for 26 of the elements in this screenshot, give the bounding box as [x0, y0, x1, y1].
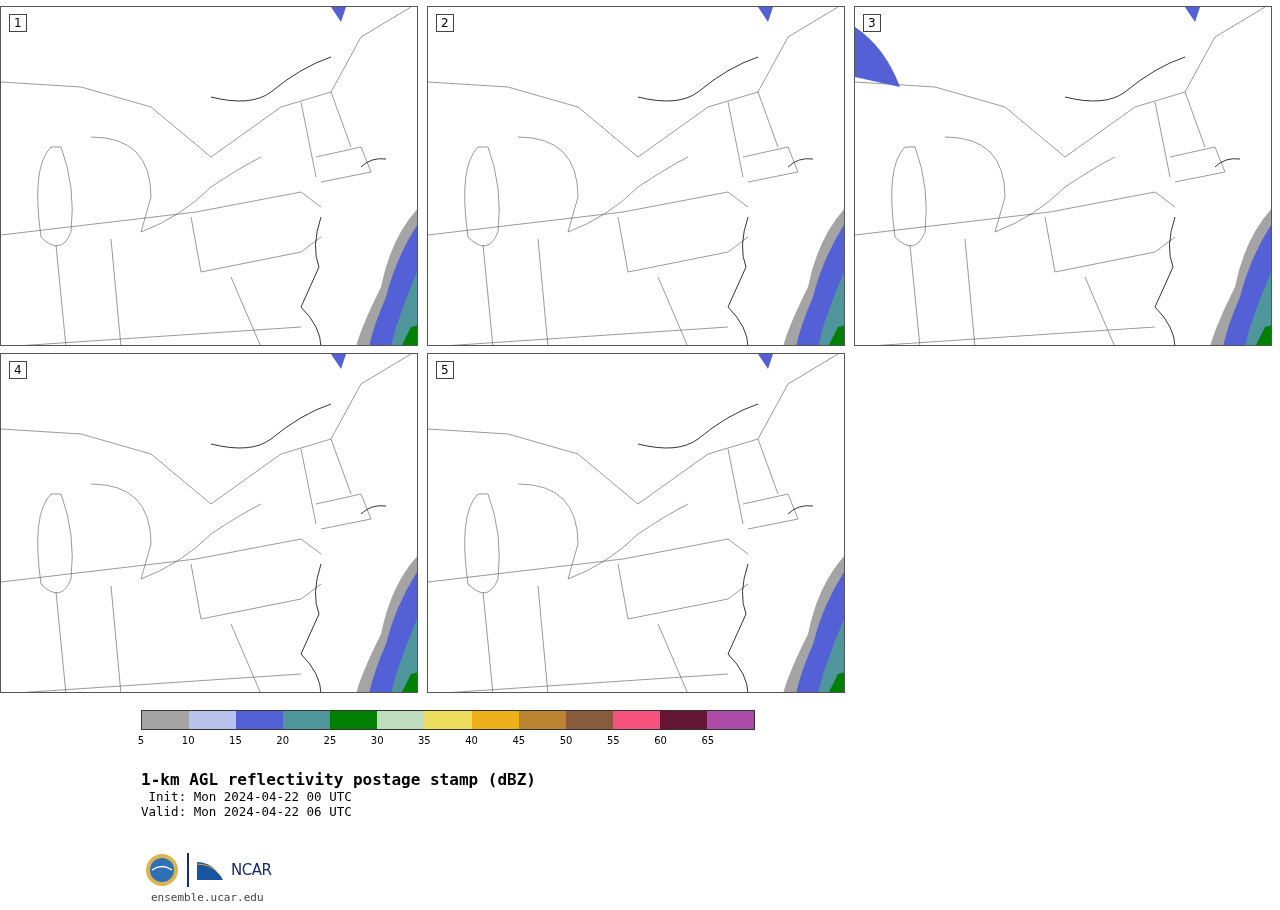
site-url: ensemble.ucar.edu	[151, 891, 265, 904]
tick-label: 65	[701, 735, 715, 746]
tick-label: 55	[606, 735, 620, 746]
tick-label: 50	[559, 735, 573, 746]
tick-label: 60	[654, 735, 667, 746]
ncar-logo-icon	[197, 860, 223, 880]
tick-label: 25	[323, 735, 337, 746]
tick-label: 15	[229, 735, 242, 746]
chart-title: 1-km AGL reflectivity postage stamp (dBZ)	[141, 770, 537, 789]
panel-number: 2	[436, 14, 454, 32]
logo-text: NCAR	[231, 861, 272, 879]
nsf-logo-icon	[145, 853, 179, 887]
tick-label: 30	[370, 735, 384, 746]
tick-label: 20	[276, 735, 290, 746]
panel-number: 1	[9, 14, 27, 32]
panel-number: 4	[9, 361, 27, 379]
panel-number: 3	[863, 14, 881, 32]
panel-number: 5	[436, 361, 454, 379]
tick-label: 5	[137, 735, 145, 746]
divider-icon	[187, 853, 189, 887]
tick-label: 10	[181, 735, 195, 746]
tick-label: 45	[512, 735, 526, 746]
valid-time: Valid: Mon 2024-04-22 06 UTC	[141, 804, 353, 819]
init-time: Init: Mon 2024-04-22 00 UTC	[147, 789, 353, 804]
tick-label: 35	[418, 735, 431, 746]
tick-label: 40	[465, 735, 478, 746]
